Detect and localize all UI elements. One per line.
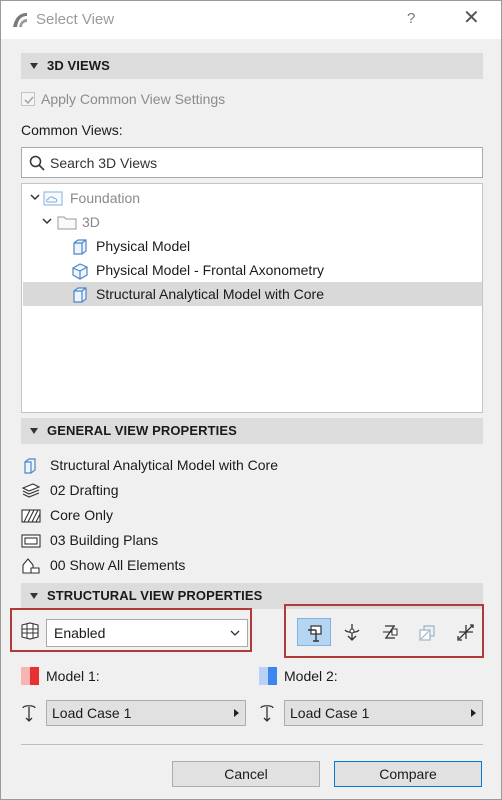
select-view-dialog: Select View ? ✕ 3D VIEWS Apply Common Vi… (0, 0, 502, 800)
model2-color-swatch[interactable] (259, 667, 277, 685)
section-general-title: GENERAL VIEW PROPERTIES (47, 423, 237, 438)
model2-label: Model 2: (284, 668, 338, 684)
load-case2-dropdown[interactable]: Load Case 1 (284, 700, 483, 726)
window-title: Select View (36, 11, 115, 28)
3d-view-icon (73, 287, 87, 303)
tool-display-member-button[interactable] (297, 618, 331, 646)
tree-node-3d[interactable]: 3D (22, 210, 482, 234)
footer-divider (21, 744, 483, 745)
prop-elements-text: 00 Show All Elements (50, 557, 186, 573)
collapse-triangle-icon (30, 63, 38, 69)
folder-icon (57, 216, 77, 230)
tool-surface-button[interactable] (411, 618, 445, 646)
layers-icon (21, 483, 41, 498)
apply-common-settings-label: Apply Common View Settings (41, 91, 226, 107)
load-case-icon (260, 705, 274, 722)
close-button[interactable]: ✕ (463, 7, 480, 29)
checkmark-icon (24, 96, 34, 105)
model2-color-fill (268, 667, 277, 685)
section-3d-views[interactable]: 3D VIEWS (21, 53, 483, 79)
tool-link-button[interactable] (373, 618, 407, 646)
load-case-icon (22, 705, 36, 722)
structural-display-icon (21, 622, 39, 640)
arrow-right-icon (234, 709, 239, 717)
load-case1-value: Load Case 1 (52, 705, 132, 721)
section-3d-views-title: 3D VIEWS (47, 58, 110, 73)
plan-icon (21, 534, 41, 548)
hatch-icon (21, 509, 41, 523)
archicad-app-icon (13, 13, 27, 27)
tree-node-3d-label: 3D (82, 214, 100, 230)
chevron-down-icon[interactable] (41, 215, 53, 227)
load-case1-dropdown[interactable]: Load Case 1 (46, 700, 246, 726)
prop-layers-text: 02 Drafting (50, 482, 119, 498)
tree-item-physical-model[interactable]: Physical Model (22, 234, 482, 258)
link-icon (383, 625, 398, 639)
elements-icon (22, 558, 40, 574)
collapse-triangle-icon (30, 428, 38, 434)
section-general-view-properties[interactable]: GENERAL VIEW PROPERTIES (21, 418, 483, 444)
tree-item-structural-analytical-model[interactable]: Structural Analytical Model with Core (22, 282, 482, 306)
tool-support-button[interactable] (335, 618, 369, 646)
help-button[interactable]: ? (407, 10, 415, 27)
tree-item-label: Physical Model - Frontal Axonometry (96, 262, 324, 278)
chevron-down-icon (230, 630, 240, 636)
prop-plan-text: 03 Building Plans (50, 532, 159, 548)
search-icon (29, 155, 45, 171)
structural-mode-select[interactable]: Enabled (46, 619, 248, 647)
compare-button[interactable]: Compare (334, 761, 482, 787)
axonometry-view-icon (72, 263, 88, 280)
tree-item-label: Structural Analytical Model with Core (96, 286, 324, 302)
structural-mode-value: Enabled (54, 625, 106, 641)
model1-label: Model 1: (46, 668, 100, 684)
cloud-folder-icon (43, 191, 63, 206)
display-member-icon (308, 625, 322, 642)
tree-node-foundation[interactable]: Foundation (22, 186, 482, 210)
surface-icon (419, 625, 435, 641)
view-icon (24, 458, 36, 474)
chevron-down-icon[interactable] (29, 191, 41, 203)
model1-color-swatch[interactable] (21, 667, 39, 685)
tree-item-label: Physical Model (96, 238, 191, 254)
tree-item-physical-model-frontal[interactable]: Physical Model - Frontal Axonometry (22, 258, 482, 282)
common-views-label: Common Views: (21, 122, 123, 138)
search-input[interactable] (50, 153, 470, 173)
prop-view-text: Structural Analytical Model with Core (50, 457, 278, 473)
support-icon (344, 624, 360, 641)
arrow-right-icon (471, 709, 476, 717)
search-box[interactable] (21, 147, 483, 178)
collapse-triangle-icon (30, 593, 38, 599)
title-bar: Select View ? ✕ (1, 1, 501, 39)
section-structural-title: STRUCTURAL VIEW PROPERTIES (47, 588, 263, 603)
views-tree: Foundation 3D Physical Model Physical Mo… (21, 183, 483, 413)
tree-node-foundation-label: Foundation (70, 190, 141, 206)
cancel-button[interactable]: Cancel (172, 761, 320, 787)
tool-axis-button[interactable] (449, 618, 483, 646)
apply-common-settings-checkbox[interactable] (21, 92, 35, 106)
load-case2-value: Load Case 1 (290, 705, 370, 721)
model1-color-fill (30, 667, 39, 685)
3d-view-icon (73, 239, 87, 255)
prop-hatch-text: Core Only (50, 507, 114, 523)
axis-icon (457, 624, 474, 641)
